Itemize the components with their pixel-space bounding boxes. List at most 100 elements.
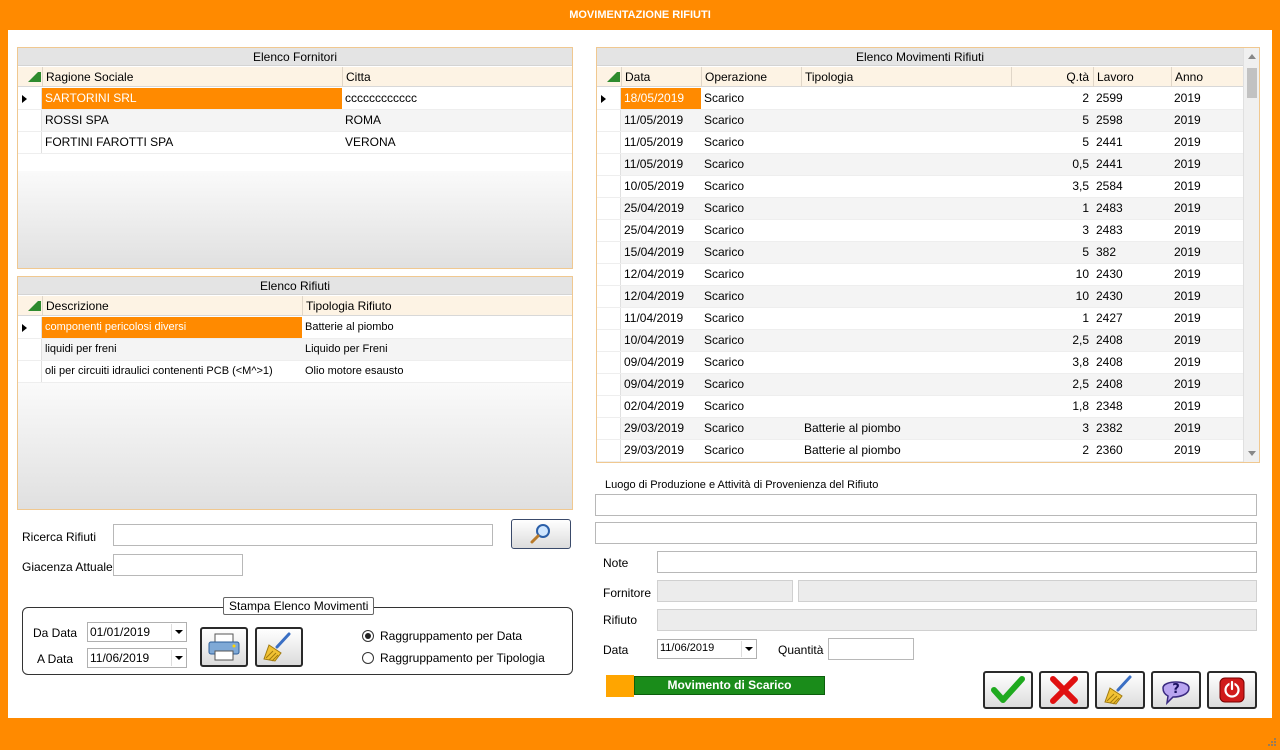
cell-qta[interactable]: 3,8 (1011, 352, 1093, 373)
cell-descrizione[interactable]: componenti pericolosi diversi (42, 317, 302, 338)
table-row[interactable]: SARTORINI SRL cccccccccccc (18, 88, 572, 110)
cell-anno[interactable]: 2019 (1171, 110, 1245, 131)
cell-tipologia[interactable] (801, 396, 1011, 417)
cell-qta[interactable]: 5 (1011, 242, 1093, 263)
cell-data[interactable]: 10/05/2019 (621, 176, 701, 197)
cancel-button[interactable] (1039, 671, 1089, 709)
cell-tipologia[interactable] (801, 154, 1011, 175)
cell-operazione[interactable]: Scarico (701, 308, 801, 329)
table-row[interactable]: 25/04/2019 Scarico 3 2483 2019 (597, 220, 1243, 242)
cell-lavoro[interactable]: 2430 (1093, 264, 1171, 285)
giacenza-input[interactable] (113, 554, 243, 576)
cell-lavoro[interactable]: 2584 (1093, 176, 1171, 197)
cell-citta[interactable]: VERONA (342, 132, 572, 153)
table-row[interactable]: 11/04/2019 Scarico 1 2427 2019 (597, 308, 1243, 330)
cell-operazione[interactable]: Scarico (701, 396, 801, 417)
cell-lavoro[interactable]: 2408 (1093, 330, 1171, 351)
cell-anno[interactable]: 2019 (1171, 220, 1245, 241)
print-button[interactable] (200, 627, 248, 667)
cell-tipologia[interactable] (801, 132, 1011, 153)
cell-anno[interactable]: 2019 (1171, 330, 1245, 351)
cell-tipologia[interactable]: Batterie al piombo (801, 418, 1011, 439)
cell-qta[interactable]: 1 (1011, 308, 1093, 329)
cell-data[interactable]: 02/04/2019 (621, 396, 701, 417)
cell-operazione[interactable]: Scarico (701, 264, 801, 285)
chevron-down-icon[interactable] (741, 641, 755, 657)
cell-data[interactable]: 18/05/2019 (621, 88, 701, 109)
col-citta[interactable]: Citta (342, 67, 572, 87)
radio-per-tipologia-label[interactable]: Raggruppamento per Tipologia (380, 651, 545, 665)
cell-citta[interactable]: cccccccccccc (342, 88, 572, 109)
scroll-up-icon[interactable] (1248, 54, 1256, 59)
table-row[interactable]: 18/05/2019 Scarico 2 2599 2019 (597, 88, 1243, 110)
cell-qta[interactable]: 5 (1011, 132, 1093, 153)
cell-lavoro[interactable]: 2430 (1093, 286, 1171, 307)
cell-data[interactable]: 25/04/2019 (621, 198, 701, 219)
cell-lavoro[interactable]: 2408 (1093, 352, 1171, 373)
cell-tipologia[interactable] (801, 220, 1011, 241)
cell-tipologia[interactable]: Liquido per Freni (302, 339, 572, 360)
cell-lavoro[interactable]: 382 (1093, 242, 1171, 263)
cell-data[interactable]: 09/04/2019 (621, 352, 701, 373)
resize-grip-icon[interactable] (1267, 737, 1277, 747)
cell-operazione[interactable]: Scarico (701, 418, 801, 439)
cell-tipologia[interactable]: Batterie al piombo (801, 440, 1011, 461)
cell-lavoro[interactable]: 2598 (1093, 110, 1171, 131)
table-row[interactable]: 25/04/2019 Scarico 1 2483 2019 (597, 198, 1243, 220)
table-row[interactable]: 29/03/2019 Scarico Batterie al piombo 2 2360… (597, 440, 1243, 462)
col-tipologia-rifiuto[interactable]: Tipologia Rifiuto (302, 296, 572, 316)
cell-tipologia[interactable] (801, 176, 1011, 197)
cell-data[interactable]: 12/04/2019 (621, 264, 701, 285)
cell-qta[interactable]: 2,5 (1011, 374, 1093, 395)
cell-lavoro[interactable]: 2483 (1093, 220, 1171, 241)
cell-qta[interactable]: 1,8 (1011, 396, 1093, 417)
cell-anno[interactable]: 2019 (1171, 286, 1245, 307)
cell-operazione[interactable]: Scarico (701, 176, 801, 197)
cell-data[interactable]: 12/04/2019 (621, 286, 701, 307)
cell-data[interactable]: 29/03/2019 (621, 440, 701, 461)
cell-qta[interactable]: 3 (1011, 418, 1093, 439)
radio-per-tipologia[interactable] (362, 652, 374, 664)
confirm-button[interactable] (983, 671, 1033, 709)
scroll-down-icon[interactable] (1248, 451, 1256, 456)
cell-descrizione[interactable]: oli per circuiti idraulici contenenti PC… (42, 361, 302, 382)
note-input[interactable] (657, 551, 1257, 573)
col-ragione-sociale[interactable]: Ragione Sociale (42, 67, 342, 87)
cell-lavoro[interactable]: 2441 (1093, 132, 1171, 153)
cell-lavoro[interactable]: 2441 (1093, 154, 1171, 175)
cell-data[interactable]: 11/05/2019 (621, 154, 701, 175)
cell-qta[interactable]: 2 (1011, 88, 1093, 109)
cell-ragione[interactable]: FORTINI FAROTTI SPA (42, 132, 342, 153)
cell-anno[interactable]: 2019 (1171, 198, 1245, 219)
table-row[interactable]: 15/04/2019 Scarico 5 382 2019 (597, 242, 1243, 264)
scroll-thumb[interactable] (1247, 68, 1257, 98)
cell-tipologia[interactable] (801, 88, 1011, 109)
cell-tipologia[interactable] (801, 110, 1011, 131)
cell-tipologia[interactable]: Batterie al piombo (302, 317, 572, 338)
cell-operazione[interactable]: Scarico (701, 132, 801, 153)
table-row[interactable]: 12/04/2019 Scarico 10 2430 2019 (597, 264, 1243, 286)
cell-data[interactable]: 29/03/2019 (621, 418, 701, 439)
col-data[interactable]: Data (621, 67, 701, 87)
movimenti-scrollbar[interactable] (1243, 48, 1259, 462)
clear-button[interactable] (1095, 671, 1145, 709)
table-row[interactable]: 11/05/2019 Scarico 0,5 2441 2019 (597, 154, 1243, 176)
cell-data[interactable]: 10/04/2019 (621, 330, 701, 351)
cell-operazione[interactable]: Scarico (701, 352, 801, 373)
ricerca-input[interactable] (113, 524, 493, 546)
cell-anno[interactable]: 2019 (1171, 132, 1245, 153)
cell-qta[interactable]: 3 (1011, 220, 1093, 241)
search-button[interactable] (511, 519, 571, 549)
table-row[interactable]: componenti pericolosi diversi Batterie a… (18, 317, 572, 339)
cell-tipologia[interactable] (801, 264, 1011, 285)
cell-data[interactable]: 09/04/2019 (621, 374, 701, 395)
cell-operazione[interactable]: Scarico (701, 154, 801, 175)
cell-anno[interactable]: 2019 (1171, 396, 1245, 417)
table-row[interactable]: FORTINI FAROTTI SPA VERONA (18, 132, 572, 154)
table-row[interactable]: 11/05/2019 Scarico 5 2441 2019 (597, 132, 1243, 154)
chevron-down-icon[interactable] (171, 650, 185, 666)
cell-lavoro[interactable]: 2382 (1093, 418, 1171, 439)
cell-qta[interactable]: 2,5 (1011, 330, 1093, 351)
cell-qta[interactable]: 3,5 (1011, 176, 1093, 197)
cell-data[interactable]: 11/05/2019 (621, 132, 701, 153)
